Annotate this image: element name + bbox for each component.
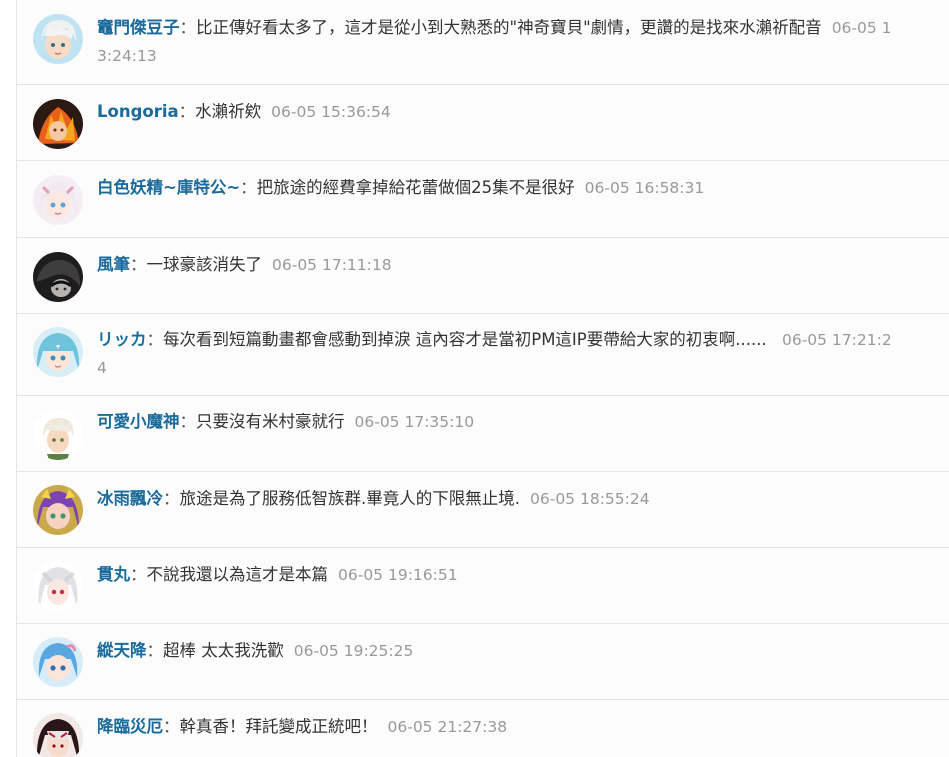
- comment-body: 比正傳好看太多了，這才是從小到大熟悉的"神奇寶貝"劇情，更讚的是找來水瀨祈配音: [196, 18, 822, 37]
- separator: ：: [146, 641, 164, 660]
- username-link[interactable]: Longoria: [97, 102, 179, 121]
- avatar[interactable]: [33, 175, 83, 225]
- avatar[interactable]: [33, 410, 83, 460]
- comment-text: 縱天降：超棒 太太我洗歡 06-05 19:25:25: [97, 637, 899, 665]
- comment-item: 冰雨飄冷：旅途是為了服務低智族群.畢竟人的下限無止境. 06-05 18:55:2…: [17, 472, 949, 548]
- comment-text: リッカ：每次看到短篇動畫都會感動到掉淚 這內容才是當初PM這IP要帶給大家的初衷…: [97, 326, 899, 382]
- comment-text: 風筆：一球豪該消失了 06-05 17:11:18: [97, 251, 899, 279]
- separator: ：: [163, 489, 180, 508]
- comment-text: 貫丸：不說我還以為這才是本篇 06-05 19:16:51: [97, 561, 899, 589]
- timestamp: 06-05 16:58:31: [584, 179, 705, 197]
- comment-body: 不說我還以為這才是本篇: [146, 565, 329, 584]
- comment-text: 竈門傑豆子：比正傳好看太多了，這才是從小到大熟悉的"神奇寶貝"劇情，更讚的是找來…: [97, 14, 899, 70]
- separator: ：: [179, 18, 197, 37]
- timestamp: 06-05 19:25:25: [293, 642, 414, 660]
- comment-item: 竈門傑豆子：比正傳好看太多了，這才是從小到大熟悉的"神奇寶貝"劇情，更讚的是找來…: [17, 0, 949, 85]
- username-link[interactable]: 貫丸: [97, 565, 130, 584]
- comment-body: 一球豪該消失了: [146, 255, 263, 274]
- username-link[interactable]: リッカ: [97, 330, 147, 349]
- comment-item: Longoria：水瀨祈欸 06-05 15:36:54: [17, 85, 949, 161]
- username-link[interactable]: 風筆: [97, 255, 130, 274]
- username-link[interactable]: 縱天降: [97, 641, 147, 660]
- username-link[interactable]: 竈門傑豆子: [97, 18, 180, 37]
- comment-item: 降臨災厄：幹真香！拜託變成正統吧！ 06-05 21:27:38: [17, 700, 949, 757]
- comment-item: 縱天降：超棒 太太我洗歡 06-05 19:25:25: [17, 624, 949, 700]
- comment-list: 竈門傑豆子：比正傳好看太多了，這才是從小到大熟悉的"神奇寶貝"劇情，更讚的是找來…: [16, 0, 949, 757]
- username-link[interactable]: 白色妖精~庫特公~: [97, 178, 240, 197]
- avatar[interactable]: [33, 327, 83, 377]
- comment-item: 可愛小魔神：只要沒有米村豪就行 06-05 17:35:10: [17, 396, 949, 472]
- timestamp: 06-05 21:27:38: [387, 718, 508, 736]
- separator: ：: [178, 102, 196, 121]
- comment-body: 把旅途的經費拿掉給花蕾做個25集不是很好: [256, 178, 575, 197]
- comment-body: 每次看到短篇動畫都會感動到掉淚 這內容才是當初PM這IP要帶給大家的初衷啊...…: [163, 330, 772, 349]
- separator: ：: [240, 178, 257, 197]
- timestamp: 06-05 19:16:51: [338, 566, 458, 584]
- avatar[interactable]: [33, 561, 83, 611]
- username-link[interactable]: 可愛小魔神: [97, 412, 180, 431]
- separator: ：: [130, 565, 147, 584]
- timestamp: 06-05 15:36:54: [271, 103, 391, 121]
- avatar[interactable]: [33, 99, 83, 149]
- comment-text: 降臨災厄：幹真香！拜託變成正統吧！ 06-05 21:27:38: [97, 713, 899, 741]
- avatar[interactable]: [33, 252, 83, 302]
- comment-text: 冰雨飄冷：旅途是為了服務低智族群.畢竟人的下限無止境. 06-05 18:55:2…: [97, 485, 899, 513]
- separator: ：: [146, 330, 164, 349]
- avatar[interactable]: [33, 713, 83, 757]
- comment-body: 只要沒有米村豪就行: [196, 412, 345, 431]
- username-link[interactable]: 冰雨飄冷: [97, 489, 163, 508]
- comment-item: 白色妖精~庫特公~：把旅途的經費拿掉給花蕾做個25集不是很好 06-05 16:5…: [17, 161, 949, 238]
- avatar[interactable]: [33, 14, 83, 64]
- comment-text: 白色妖精~庫特公~：把旅途的經費拿掉給花蕾做個25集不是很好 06-05 16:5…: [97, 174, 899, 202]
- comment-item: リッカ：每次看到短篇動畫都會感動到掉淚 這內容才是當初PM這IP要帶給大家的初衷…: [17, 314, 949, 396]
- comment-body: 超棒 太太我洗歡: [163, 641, 284, 660]
- comment-body: 水瀨祈欸: [195, 102, 262, 121]
- comment-item: 貫丸：不說我還以為這才是本篇 06-05 19:16:51: [17, 548, 949, 624]
- separator: ：: [179, 412, 197, 431]
- comment-item: 風筆：一球豪該消失了 06-05 17:11:18: [17, 238, 949, 314]
- avatar[interactable]: [33, 485, 83, 535]
- comment-body: 旅途是為了服務低智族群.畢竟人的下限無止境.: [179, 489, 521, 508]
- timestamp: 06-05 17:11:18: [272, 256, 392, 274]
- comment-body: 幹真香！拜託變成正統吧！: [179, 717, 378, 736]
- avatar[interactable]: [33, 637, 83, 687]
- username-link[interactable]: 降臨災厄: [97, 717, 163, 736]
- comment-text: Longoria：水瀨祈欸 06-05 15:36:54: [97, 98, 899, 126]
- comment-text: 可愛小魔神：只要沒有米村豪就行 06-05 17:35:10: [97, 408, 899, 436]
- separator: ：: [130, 255, 147, 274]
- separator: ：: [163, 717, 180, 736]
- timestamp: 06-05 18:55:24: [530, 490, 650, 508]
- timestamp: 06-05 17:35:10: [354, 413, 475, 431]
